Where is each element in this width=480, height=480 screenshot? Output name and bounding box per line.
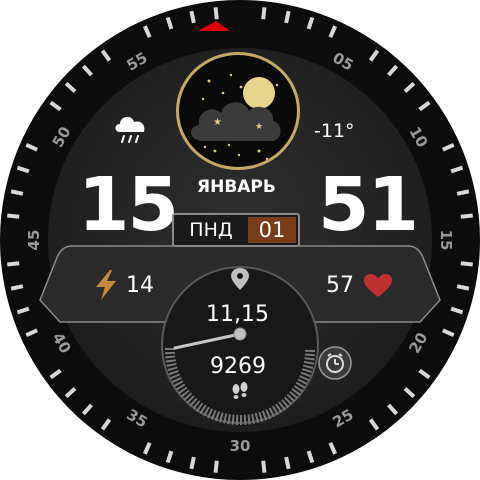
lightning-bolt-icon (96, 270, 116, 300)
svg-text:★: ★ (255, 122, 263, 132)
steps-value: 9269 (210, 354, 266, 379)
distance-value: 11,15 (206, 302, 269, 327)
day-number: 01 (248, 217, 296, 243)
alarm-clock-icon[interactable] (318, 346, 352, 380)
moon-phase-window: ★ ★ (176, 52, 300, 170)
heart-rate-value: 57 (326, 273, 354, 298)
location-pin-icon (231, 268, 249, 290)
power-value: 14 (126, 273, 154, 298)
rain-cloud-icon (115, 116, 145, 143)
minutes-value: 51 (318, 162, 419, 248)
footprints-icon (232, 382, 248, 399)
watch-face: 05 10 15 20 25 30 35 40 45 50 55 ★ ★ -11… (0, 0, 480, 480)
hours-value: 15 (78, 162, 179, 248)
heart-icon (364, 274, 392, 297)
temperature-value: -11° (314, 120, 355, 142)
weekday-label: ПНД (189, 219, 233, 241)
moon-phase-icon: ★ ★ (191, 73, 281, 161)
svg-text:★: ★ (213, 117, 222, 128)
month-label: ЯНВАРЬ (197, 177, 276, 197)
date-box: ПНД 01 (172, 213, 300, 247)
